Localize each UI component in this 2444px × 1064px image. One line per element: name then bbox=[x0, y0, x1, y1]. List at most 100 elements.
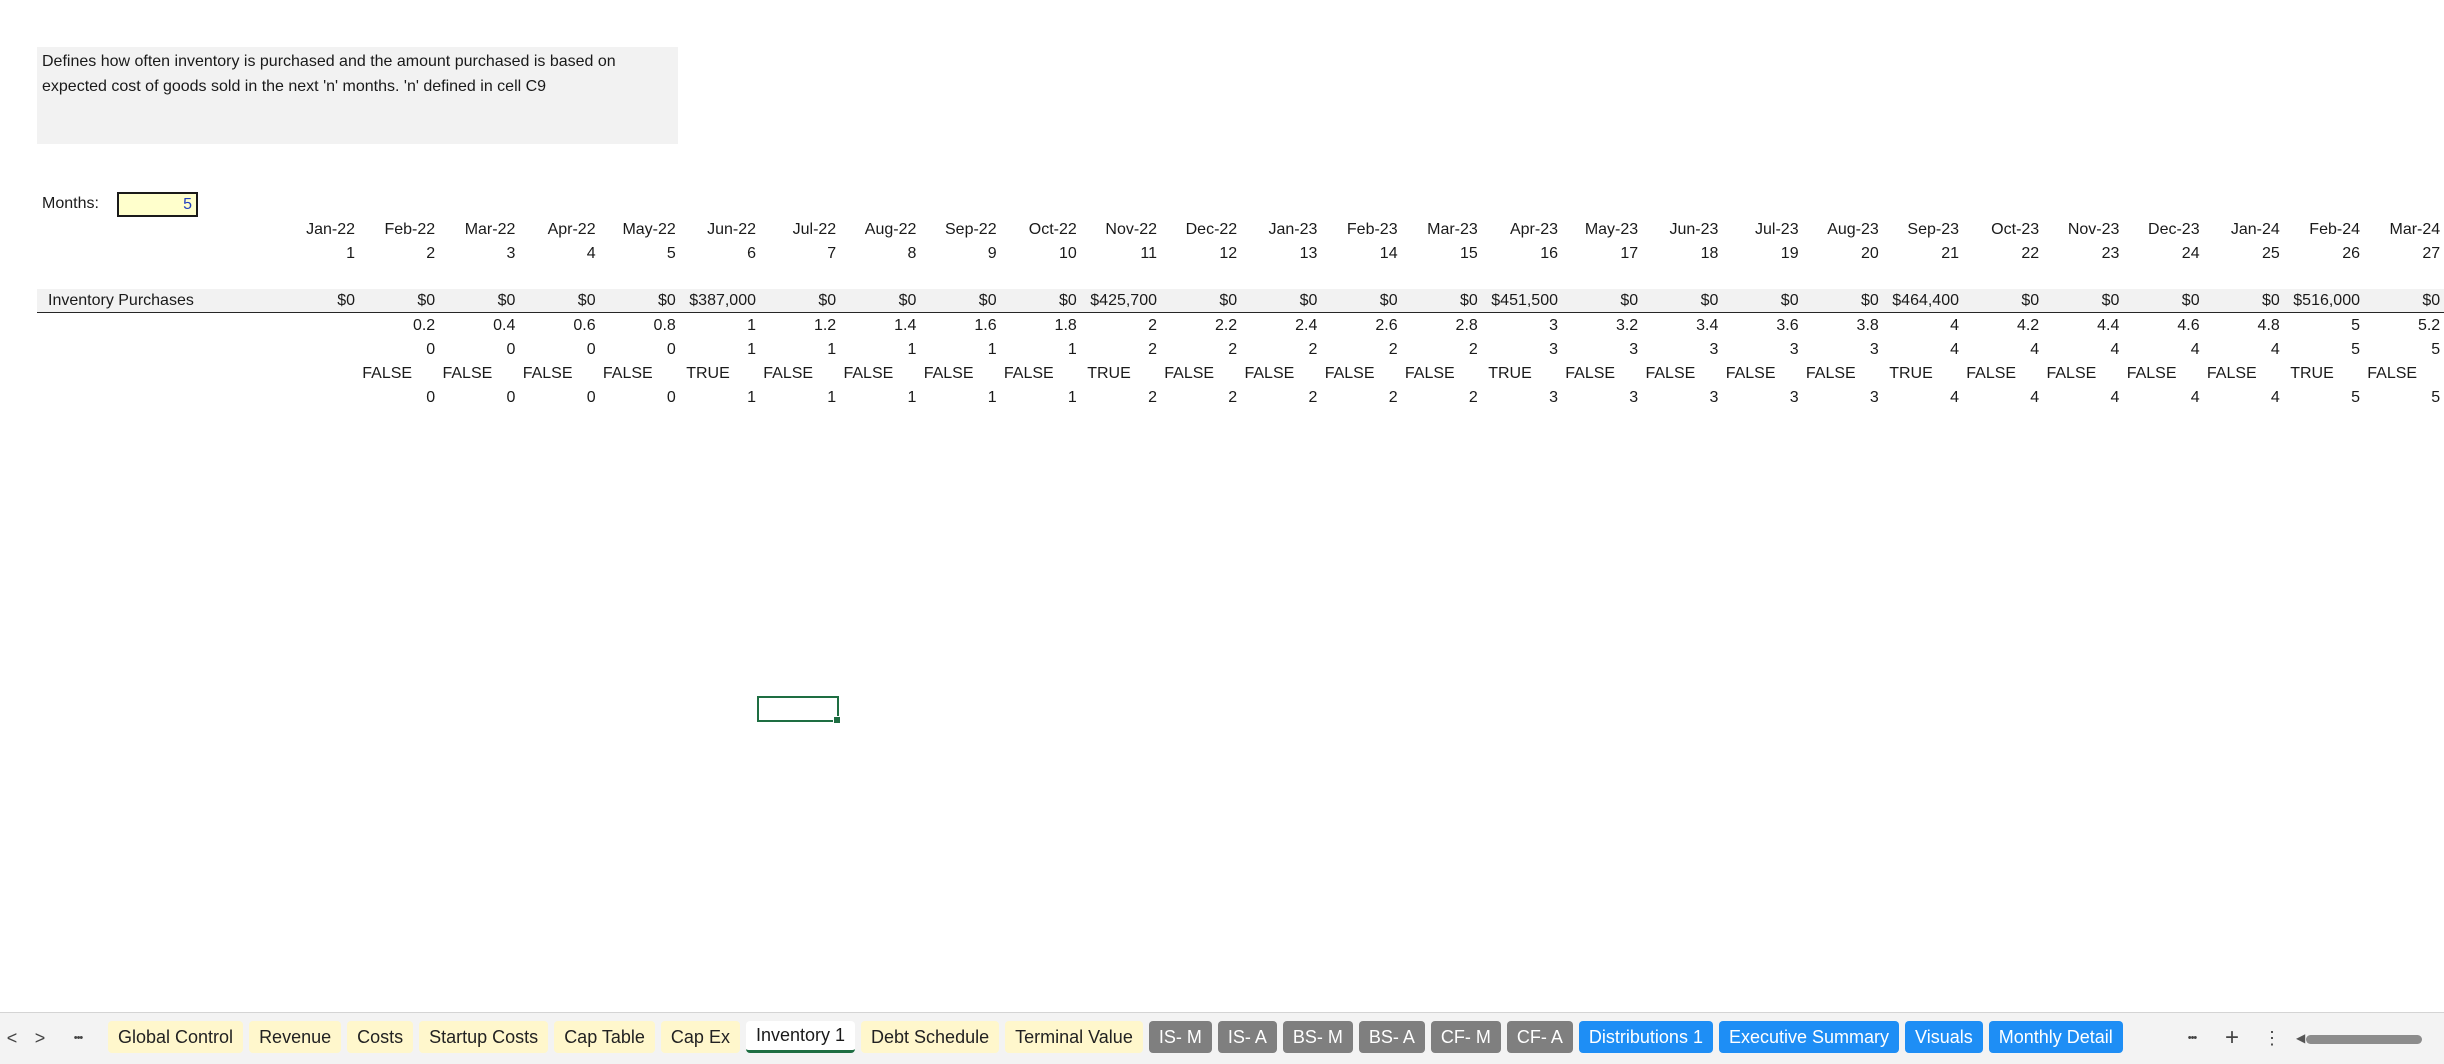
month-index[interactable]: 25 bbox=[2200, 243, 2280, 265]
purchase-value[interactable]: $0 bbox=[756, 290, 836, 312]
floor-value[interactable]: 0 bbox=[516, 339, 596, 361]
purchase-flag[interactable]: FALSE bbox=[347, 363, 427, 385]
purchase-value[interactable]: $516,000 bbox=[2280, 290, 2360, 312]
ratio-value[interactable]: 0.8 bbox=[596, 315, 676, 337]
floor-value[interactable]: 4 bbox=[2200, 339, 2280, 361]
floor-value[interactable]: 3 bbox=[1558, 339, 1638, 361]
period-value[interactable]: 1 bbox=[836, 387, 916, 409]
month-header[interactable]: May-22 bbox=[596, 219, 675, 241]
floor-value[interactable]: 4 bbox=[2120, 339, 2200, 361]
period-value[interactable]: 3 bbox=[1478, 387, 1558, 409]
floor-value[interactable]: 4 bbox=[1959, 339, 2039, 361]
month-header[interactable]: Jan-24 bbox=[2200, 219, 2280, 241]
fill-handle[interactable] bbox=[833, 716, 841, 724]
add-sheet-icon[interactable]: + bbox=[2220, 1026, 2244, 1050]
sheet-tab[interactable]: Distributions 1 bbox=[1578, 1021, 1713, 1053]
floor-value[interactable]: 5 bbox=[2360, 339, 2440, 361]
purchase-value[interactable]: $0 bbox=[2200, 290, 2280, 312]
month-index[interactable]: 8 bbox=[836, 243, 916, 265]
purchase-flag[interactable]: TRUE bbox=[1069, 363, 1149, 385]
period-value[interactable]: 3 bbox=[1799, 387, 1879, 409]
worksheet-grid[interactable]: Defines how often inventory is purchased… bbox=[0, 0, 2444, 1012]
ratio-value[interactable]: 4.2 bbox=[1959, 315, 2039, 337]
purchase-flag[interactable]: FALSE bbox=[2352, 363, 2432, 385]
ratio-value[interactable]: 2 bbox=[1077, 315, 1157, 337]
month-index[interactable]: 21 bbox=[1879, 243, 1959, 265]
purchase-flag[interactable]: FALSE bbox=[1951, 363, 2031, 385]
sheet-tab[interactable]: Debt Schedule bbox=[861, 1021, 1000, 1053]
floor-value[interactable]: 0 bbox=[435, 339, 515, 361]
purchase-flag[interactable]: FALSE bbox=[1390, 363, 1470, 385]
month-index[interactable]: 5 bbox=[596, 243, 676, 265]
ratio-value[interactable]: 4 bbox=[1879, 315, 1959, 337]
month-index[interactable]: 7 bbox=[756, 243, 836, 265]
floor-value[interactable]: 3 bbox=[1799, 339, 1879, 361]
month-header[interactable]: Mar-24 bbox=[2360, 219, 2441, 241]
month-index[interactable]: 13 bbox=[1237, 243, 1318, 265]
purchase-value[interactable]: $0 bbox=[997, 290, 1077, 312]
purchase-value[interactable]: $0 bbox=[1558, 290, 1638, 312]
sheet-tab[interactable]: Global Control bbox=[108, 1021, 244, 1053]
purchase-value[interactable]: $0 bbox=[836, 290, 917, 312]
purchase-flag[interactable]: FALSE bbox=[1630, 363, 1710, 385]
floor-value[interactable]: 4 bbox=[2039, 339, 2119, 361]
purchase-value[interactable]: $464,400 bbox=[1879, 290, 1959, 312]
previous-sheet-icon[interactable]: < bbox=[0, 1027, 24, 1049]
sheet-tab[interactable]: Executive Summary bbox=[1718, 1021, 1900, 1053]
month-index[interactable]: 10 bbox=[997, 243, 1077, 265]
purchase-flag[interactable]: FALSE bbox=[909, 363, 989, 385]
sheet-tab[interactable]: Terminal Value bbox=[1005, 1021, 1143, 1053]
purchase-flag[interactable]: FALSE bbox=[1791, 363, 1871, 385]
month-header[interactable]: Aug-22 bbox=[836, 219, 917, 241]
purchase-value[interactable]: $0 bbox=[917, 290, 997, 312]
purchase-value[interactable]: $0 bbox=[275, 290, 355, 312]
purchase-value[interactable]: $0 bbox=[1157, 290, 1237, 312]
month-header[interactable]: Apr-22 bbox=[516, 219, 596, 241]
purchase-value[interactable]: $451,500 bbox=[1478, 290, 1558, 312]
month-header[interactable]: Apr-23 bbox=[1478, 219, 1558, 241]
ratio-value[interactable]: 0.6 bbox=[516, 315, 595, 337]
month-header[interactable]: Jun-23 bbox=[1638, 219, 1718, 241]
month-header[interactable]: Aug-23 bbox=[1799, 219, 1879, 241]
month-index[interactable]: 24 bbox=[2120, 243, 2200, 265]
month-index[interactable]: 11 bbox=[1077, 243, 1157, 265]
purchase-flag[interactable]: FALSE bbox=[2031, 363, 2111, 385]
floor-value[interactable]: 1 bbox=[997, 339, 1077, 361]
ratio-value[interactable]: 2.4 bbox=[1237, 315, 1317, 337]
ratio-value[interactable]: 3.8 bbox=[1799, 315, 1879, 337]
purchase-value[interactable]: $0 bbox=[516, 290, 596, 312]
month-header[interactable]: Sep-22 bbox=[917, 219, 997, 241]
period-value[interactable]: 3 bbox=[1638, 387, 1718, 409]
month-index[interactable]: 19 bbox=[1719, 243, 1799, 265]
ratio-value[interactable]: 3 bbox=[1478, 315, 1558, 337]
period-value[interactable]: 0 bbox=[355, 387, 435, 409]
sheet-tab[interactable]: BS- M bbox=[1282, 1021, 1353, 1053]
floor-value[interactable]: 5 bbox=[2280, 339, 2360, 361]
month-header[interactable]: Feb-23 bbox=[1318, 219, 1398, 241]
month-header[interactable]: Feb-24 bbox=[2280, 219, 2360, 241]
floor-value[interactable]: 0 bbox=[355, 339, 435, 361]
month-header[interactable]: Mar-22 bbox=[435, 219, 516, 241]
period-value[interactable]: 5 bbox=[2280, 387, 2360, 409]
period-value[interactable]: 1 bbox=[997, 387, 1077, 409]
purchase-value[interactable]: $0 bbox=[1237, 290, 1318, 312]
ratio-value[interactable]: 1.2 bbox=[756, 315, 836, 337]
sheet-tab[interactable]: IS- A bbox=[1217, 1021, 1277, 1053]
month-index[interactable]: 23 bbox=[2039, 243, 2120, 265]
purchase-value[interactable]: $0 bbox=[2120, 290, 2200, 312]
month-index[interactable]: 1 bbox=[275, 243, 355, 265]
purchase-value[interactable]: $387,000 bbox=[676, 290, 756, 312]
ratio-value[interactable]: 0.2 bbox=[355, 315, 435, 337]
purchase-value[interactable]: $425,700 bbox=[1077, 290, 1157, 312]
scroll-left-arrow-icon[interactable]: ◀ bbox=[2296, 1031, 2305, 1045]
ratio-value[interactable]: 2.8 bbox=[1398, 315, 1478, 337]
month-header[interactable]: Sep-23 bbox=[1879, 219, 1959, 241]
ratio-value[interactable]: 1.8 bbox=[997, 315, 1077, 337]
period-value[interactable]: 5 bbox=[2360, 387, 2440, 409]
period-value[interactable]: 4 bbox=[2200, 387, 2280, 409]
next-sheet-icon[interactable]: > bbox=[28, 1027, 52, 1049]
period-value[interactable]: 1 bbox=[676, 387, 756, 409]
purchase-flag[interactable]: FALSE bbox=[508, 363, 588, 385]
month-header[interactable]: Nov-22 bbox=[1077, 219, 1157, 241]
floor-value[interactable]: 1 bbox=[836, 339, 916, 361]
